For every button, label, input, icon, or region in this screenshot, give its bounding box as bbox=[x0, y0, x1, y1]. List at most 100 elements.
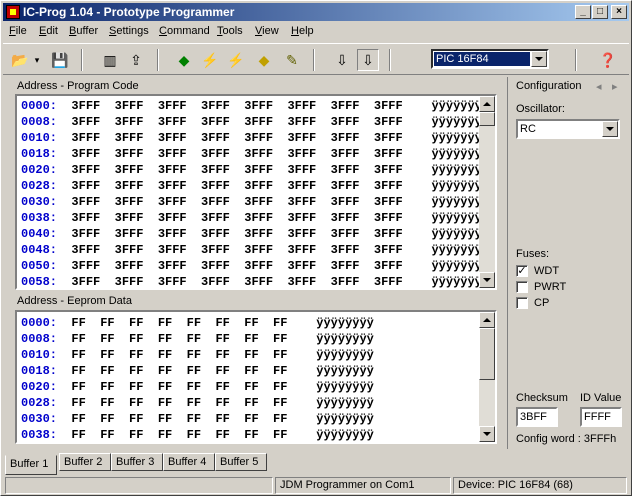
program-row-3: 0018: 3FFF 3FFF 3FFF 3FFF 3FFF 3FFF 3FFF… bbox=[21, 147, 489, 161]
chevron-down-icon[interactable] bbox=[531, 51, 547, 67]
row-data: FF FF FF FF FF FF FF FF ÿÿÿÿÿÿÿÿ bbox=[57, 348, 374, 362]
menu-buffer[interactable]: Buffer bbox=[67, 24, 100, 39]
row-data: 3FFF 3FFF 3FFF 3FFF 3FFF 3FFF 3FFF 3FFF … bbox=[57, 243, 490, 257]
blank-check-icon[interactable]: ✎ bbox=[281, 49, 303, 71]
row-data: FF FF FF FF FF FF FF FF ÿÿÿÿÿÿÿÿ bbox=[57, 412, 374, 426]
chevron-down-icon[interactable] bbox=[602, 121, 618, 137]
table-row[interactable]: 0000: FF FF FF FF FF FF FF FF ÿÿÿÿÿÿÿÿ bbox=[21, 315, 374, 331]
checksum-field: 3BFF bbox=[516, 407, 558, 427]
table-row[interactable]: 0030: 3FFF 3FFF 3FFF 3FFF 3FFF 3FFF 3FFF… bbox=[21, 194, 489, 210]
view-hex-icon[interactable]: ⇩ bbox=[331, 49, 353, 71]
minimize-button[interactable]: _ bbox=[575, 5, 591, 19]
menu-settings[interactable]: Settings bbox=[107, 24, 151, 39]
chip-icon[interactable]: ▥ bbox=[99, 49, 121, 71]
fuse-pwrt-checkbox[interactable] bbox=[516, 281, 528, 293]
row-address: 0018: bbox=[21, 147, 58, 161]
row-data: 3FFF 3FFF 3FFF 3FFF 3FFF 3FFF 3FFF 3FFF … bbox=[57, 195, 490, 209]
program-row-2: 0010: 3FFF 3FFF 3FFF 3FFF 3FFF 3FFF 3FFF… bbox=[21, 131, 489, 145]
program-code-label: Address - Program Code bbox=[17, 80, 139, 92]
row-data: 3FFF 3FFF 3FFF 3FFF 3FFF 3FFF 3FFF 3FFF … bbox=[57, 99, 490, 113]
program-all-icon[interactable]: ⚡ bbox=[199, 49, 221, 71]
table-row[interactable]: 0048: 3FFF 3FFF 3FFF 3FFF 3FFF 3FFF 3FFF… bbox=[21, 242, 489, 258]
menu-edit[interactable]: Edit bbox=[37, 24, 60, 39]
oscillator-select[interactable]: RC bbox=[516, 119, 620, 139]
table-row[interactable]: 0008: 3FFF 3FFF 3FFF 3FFF 3FFF 3FFF 3FFF… bbox=[21, 114, 489, 130]
verify-icon[interactable]: ◆ bbox=[253, 49, 275, 71]
menu-tools[interactable]: Tools bbox=[215, 24, 245, 39]
fuses-label: Fuses: bbox=[516, 248, 550, 260]
row-address: 0028: bbox=[21, 396, 58, 410]
menu-bar: File Edit Buffer Settings Command Tools … bbox=[3, 22, 629, 41]
fuse-pwrt-label: PWRT bbox=[534, 281, 567, 293]
scroll-up-icon[interactable] bbox=[479, 96, 495, 112]
program-row-4: 0020: 3FFF 3FFF 3FFF 3FFF 3FFF 3FFF 3FFF… bbox=[21, 163, 489, 177]
table-row[interactable]: 0010: 3FFF 3FFF 3FFF 3FFF 3FFF 3FFF 3FFF… bbox=[21, 130, 489, 146]
title-bar: IC-Prog 1.04 - Prototype Programmer _ □ … bbox=[3, 3, 629, 21]
tab-buffer-1[interactable]: Buffer 1 bbox=[5, 455, 57, 475]
menu-command[interactable]: Command bbox=[157, 24, 212, 39]
table-row[interactable]: 0020: 3FFF 3FFF 3FFF 3FFF 3FFF 3FFF 3FFF… bbox=[21, 162, 489, 178]
open-dropdown-icon[interactable]: ▾ bbox=[31, 49, 43, 71]
row-address: 0050: bbox=[21, 259, 58, 273]
fuse-cp-checkbox[interactable] bbox=[516, 297, 528, 309]
table-row[interactable]: 0030: FF FF FF FF FF FF FF FF ÿÿÿÿÿÿÿÿ bbox=[21, 411, 374, 427]
tab-buffer-2[interactable]: Buffer 2 bbox=[59, 453, 111, 471]
eeprom-scrollbar[interactable] bbox=[479, 312, 495, 442]
table-row[interactable]: 0058: 3FFF 3FFF 3FFF 3FFF 3FFF 3FFF 3FFF… bbox=[21, 274, 489, 288]
row-address: 0038: bbox=[21, 211, 58, 225]
erase-icon[interactable]: ⚡ bbox=[225, 49, 247, 71]
view-hex-pressed-icon[interactable]: ⇩ bbox=[357, 49, 379, 71]
table-row[interactable]: 0028: 3FFF 3FFF 3FFF 3FFF 3FFF 3FFF 3FFF… bbox=[21, 178, 489, 194]
status-bar: JDM Programmer on Com1 Device: PIC 16F84… bbox=[3, 475, 629, 495]
eeprom-row-3: 0018: FF FF FF FF FF FF FF FF ÿÿÿÿÿÿÿÿ bbox=[21, 364, 374, 378]
table-row[interactable]: 0010: FF FF FF FF FF FF FF FF ÿÿÿÿÿÿÿÿ bbox=[21, 347, 374, 363]
program-code-editor[interactable]: 0000: 3FFF 3FFF 3FFF 3FFF 3FFF 3FFF 3FFF… bbox=[15, 94, 497, 290]
checksum-label: Checksum bbox=[516, 392, 568, 404]
program-row-0: 0000: 3FFF 3FFF 3FFF 3FFF 3FFF 3FFF 3FFF… bbox=[21, 99, 489, 113]
program-row-9: 0048: 3FFF 3FFF 3FFF 3FFF 3FFF 3FFF 3FFF… bbox=[21, 243, 489, 257]
scroll-thumb[interactable] bbox=[479, 328, 495, 380]
panel-nav-right-icon[interactable]: ▸ bbox=[612, 80, 618, 93]
export-icon[interactable]: ⇪ bbox=[125, 49, 147, 71]
help-icon[interactable]: ❓ bbox=[597, 49, 619, 71]
program-scrollbar[interactable] bbox=[479, 96, 495, 288]
toolbar-separator bbox=[313, 49, 315, 71]
tab-buffer-4[interactable]: Buffer 4 bbox=[163, 453, 215, 471]
table-row[interactable]: 0008: FF FF FF FF FF FF FF FF ÿÿÿÿÿÿÿÿ bbox=[21, 331, 374, 347]
tab-buffer-3[interactable]: Buffer 3 bbox=[111, 453, 163, 471]
eeprom-data-editor[interactable]: 0000: FF FF FF FF FF FF FF FF ÿÿÿÿÿÿÿÿ 0… bbox=[15, 310, 497, 444]
menu-file[interactable]: File bbox=[7, 24, 29, 39]
scroll-down-icon[interactable] bbox=[479, 272, 495, 288]
table-row[interactable]: 0038: 3FFF 3FFF 3FFF 3FFF 3FFF 3FFF 3FFF… bbox=[21, 210, 489, 226]
fuse-wdt-label: WDT bbox=[534, 265, 560, 277]
table-row[interactable]: 0028: FF FF FF FF FF FF FF FF ÿÿÿÿÿÿÿÿ bbox=[21, 395, 374, 411]
table-row[interactable]: 0050: 3FFF 3FFF 3FFF 3FFF 3FFF 3FFF 3FFF… bbox=[21, 258, 489, 274]
table-row[interactable]: 0038: FF FF FF FF FF FF FF FF ÿÿÿÿÿÿÿÿ bbox=[21, 427, 374, 442]
maximize-button[interactable]: □ bbox=[592, 5, 608, 19]
menu-view[interactable]: View bbox=[253, 24, 281, 39]
fuse-wdt-checkbox[interactable]: ✓ bbox=[516, 265, 528, 277]
device-select[interactable]: PIC 16F84 bbox=[431, 49, 549, 69]
tab-buffer-5[interactable]: Buffer 5 bbox=[215, 453, 267, 471]
table-row[interactable]: 0040: 3FFF 3FFF 3FFF 3FFF 3FFF 3FFF 3FFF… bbox=[21, 226, 489, 242]
table-row[interactable]: 0020: FF FF FF FF FF FF FF FF ÿÿÿÿÿÿÿÿ bbox=[21, 379, 374, 395]
table-row[interactable]: 0018: FF FF FF FF FF FF FF FF ÿÿÿÿÿÿÿÿ bbox=[21, 363, 374, 379]
scroll-down-icon[interactable] bbox=[479, 426, 495, 442]
scroll-up-icon[interactable] bbox=[479, 312, 495, 328]
table-row[interactable]: 0000: 3FFF 3FFF 3FFF 3FFF 3FFF 3FFF 3FFF… bbox=[21, 98, 489, 114]
table-row[interactable]: 0018: 3FFF 3FFF 3FFF 3FFF 3FFF 3FFF 3FFF… bbox=[21, 146, 489, 162]
menu-help[interactable]: Help bbox=[289, 24, 316, 39]
open-folder-icon[interactable]: 📂 bbox=[9, 49, 31, 71]
row-address: 0010: bbox=[21, 348, 58, 362]
close-button[interactable]: × bbox=[611, 5, 627, 19]
scroll-thumb[interactable] bbox=[479, 112, 495, 126]
configuration-title: Configuration bbox=[516, 80, 582, 92]
fuse-cp-label: CP bbox=[534, 297, 550, 309]
panel-nav-left-icon[interactable]: ◂ bbox=[596, 80, 602, 93]
id-value-field[interactable]: FFFF bbox=[580, 407, 622, 427]
read-all-icon[interactable]: ◆ bbox=[173, 49, 195, 71]
eeprom-row-7: 0038: FF FF FF FF FF FF FF FF ÿÿÿÿÿÿÿÿ bbox=[21, 428, 374, 442]
program-row-10: 0050: 3FFF 3FFF 3FFF 3FFF 3FFF 3FFF 3FFF… bbox=[21, 259, 489, 273]
save-icon[interactable]: 💾 bbox=[49, 49, 71, 71]
eeprom-row-4: 0020: FF FF FF FF FF FF FF FF ÿÿÿÿÿÿÿÿ bbox=[21, 380, 374, 394]
